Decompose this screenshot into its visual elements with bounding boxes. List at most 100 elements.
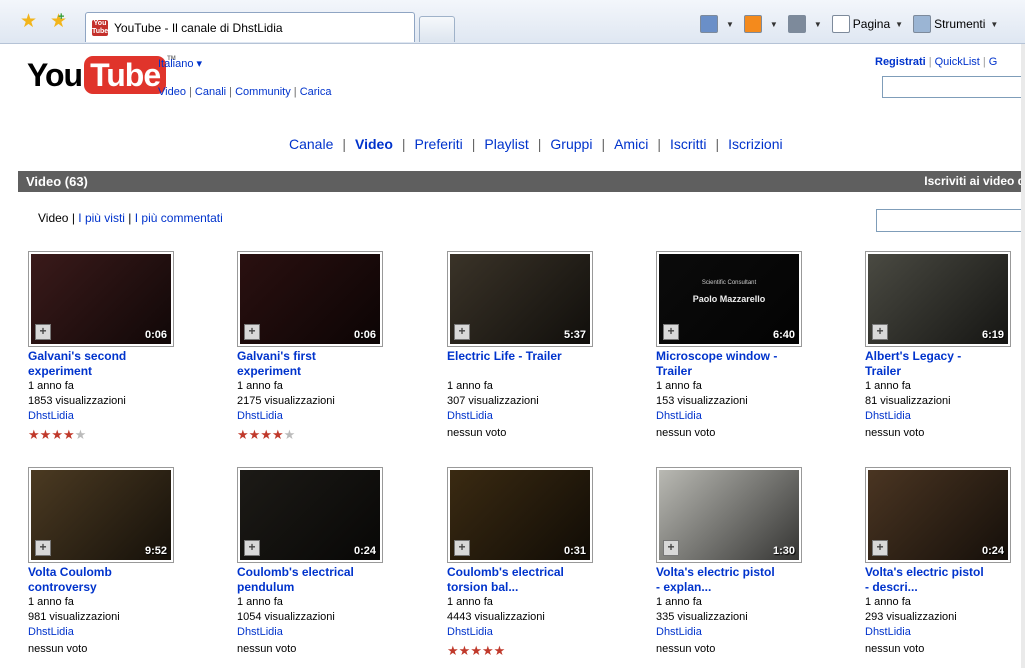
video-title[interactable]: Coulomb's electrical torsion bal... xyxy=(447,565,592,595)
video-thumbnail[interactable]: +0:24 xyxy=(237,467,383,563)
video-title-line[interactable]: - explan... xyxy=(656,580,801,595)
subscribe-link[interactable]: Iscriviti ai video d xyxy=(924,174,1025,188)
video-title[interactable]: Galvani's first experiment xyxy=(237,349,382,379)
rss-icon[interactable] xyxy=(743,15,762,33)
tab-preferiti[interactable]: Preferiti xyxy=(415,136,463,152)
new-tab-button[interactable] xyxy=(419,16,455,42)
add-to-quicklist-icon[interactable]: + xyxy=(663,540,679,556)
video-item: +0:24 Volta's electric pistol - descri... 1… xyxy=(865,467,1025,667)
video-title-line[interactable]: Volta Coulomb xyxy=(28,565,173,580)
tab-iscritti[interactable]: Iscritti xyxy=(670,136,707,152)
video-uploader[interactable]: DhstLidia xyxy=(28,409,74,424)
top-link-carica[interactable]: Carica xyxy=(300,86,332,98)
video-title[interactable]: Volta Coulomb controversy xyxy=(28,565,173,595)
add-to-quicklist-icon[interactable]: + xyxy=(454,324,470,340)
video-uploader[interactable]: DhstLidia xyxy=(28,625,74,640)
toolbar-label-3[interactable]: Pagina xyxy=(853,17,890,31)
video-thumbnail[interactable]: +0:06 xyxy=(237,251,383,347)
gear-icon[interactable] xyxy=(913,15,932,33)
dropdown-arrow-icon[interactable]: ▼ xyxy=(726,20,734,29)
add-favorites-icon[interactable]: ★ + xyxy=(50,11,67,31)
video-title-line[interactable]: Trailer xyxy=(865,364,1010,379)
video-title-line[interactable]: Volta's electric pistol xyxy=(865,565,1010,580)
video-title-line[interactable]: Microscope window - xyxy=(656,349,801,364)
home-icon[interactable] xyxy=(700,15,718,33)
sort-link-2[interactable]: I più commentati xyxy=(135,211,223,225)
video-title-line[interactable]: pendulum xyxy=(237,580,382,595)
add-to-quicklist-icon[interactable]: + xyxy=(244,324,260,340)
quicklist-link[interactable]: QuickList xyxy=(935,56,980,68)
add-to-quicklist-icon[interactable]: + xyxy=(872,540,888,556)
tab-amici[interactable]: Amici xyxy=(614,136,648,152)
video-title[interactable]: Coulomb's electrical pendulum xyxy=(237,565,382,595)
video-title[interactable]: Microscope window - Trailer xyxy=(656,349,801,379)
video-title-line[interactable]: Trailer xyxy=(656,364,801,379)
channel-search-input[interactable] xyxy=(876,209,1025,232)
page-icon[interactable] xyxy=(831,15,850,33)
video-title[interactable]: Galvani's second experiment xyxy=(28,349,173,379)
video-uploader[interactable]: DhstLidia xyxy=(237,625,283,640)
add-to-quicklist-icon[interactable]: + xyxy=(872,324,888,340)
video-thumbnail[interactable]: +6:19 xyxy=(865,251,1011,347)
video-title[interactable]: Volta's electric pistol - explan... xyxy=(656,565,801,595)
video-title-line[interactable]: Galvani's second xyxy=(28,349,173,364)
video-uploader[interactable]: DhstLidia xyxy=(447,409,493,424)
top-link-canali[interactable]: Canali xyxy=(195,86,226,98)
video-thumbnail[interactable]: +5:37 xyxy=(447,251,593,347)
video-title-line[interactable]: torsion bal... xyxy=(447,580,592,595)
video-title-line[interactable]: experiment xyxy=(237,364,382,379)
video-title-line[interactable]: Electric Life - Trailer xyxy=(447,349,592,364)
video-uploader[interactable]: DhstLidia xyxy=(656,625,702,640)
language-selector[interactable]: Italiano ▾ xyxy=(158,57,202,70)
video-uploader[interactable]: DhstLidia xyxy=(656,409,702,424)
video-uploader[interactable]: DhstLidia xyxy=(237,409,283,424)
tab-canale[interactable]: Canale xyxy=(289,136,333,152)
youtube-logo[interactable]: You Tube TM xyxy=(27,56,176,94)
dropdown-arrow-icon[interactable]: ▼ xyxy=(770,20,778,29)
add-to-quicklist-icon[interactable]: + xyxy=(35,540,51,556)
add-to-quicklist-icon[interactable]: + xyxy=(244,540,260,556)
video-uploader[interactable]: DhstLidia xyxy=(865,625,911,640)
sort-link-1[interactable]: I più visti xyxy=(78,211,125,225)
browser-tab[interactable]: You Tube YouTube - Il canale di DhstLidi… xyxy=(85,12,415,42)
video-thumbnail[interactable]: Scientific Consultant Paolo Mazzarello +6:… xyxy=(656,251,802,347)
add-to-quicklist-icon[interactable]: + xyxy=(663,324,679,340)
top-link-video[interactable]: Video xyxy=(158,86,186,98)
tab-video[interactable]: Video xyxy=(355,136,393,152)
top-link-community[interactable]: Community xyxy=(235,86,291,98)
dropdown-arrow-icon[interactable]: ▼ xyxy=(814,20,822,29)
video-title-line[interactable]: Albert's Legacy - xyxy=(865,349,1010,364)
video-uploader[interactable]: DhstLidia xyxy=(447,625,493,640)
tab-gruppi[interactable]: Gruppi xyxy=(550,136,592,152)
toolbar-label-4[interactable]: Strumenti xyxy=(934,17,985,31)
video-title-line[interactable]: Galvani's first xyxy=(237,349,382,364)
video-title-line[interactable]: experiment xyxy=(28,364,173,379)
tab-iscrizioni[interactable]: Iscrizioni xyxy=(728,136,782,152)
video-uploader[interactable]: DhstLidia xyxy=(865,409,911,424)
tab-playlist[interactable]: Playlist xyxy=(484,136,528,152)
video-thumbnail[interactable]: +9:52 xyxy=(28,467,174,563)
print-icon[interactable] xyxy=(787,15,806,33)
add-to-quicklist-icon[interactable]: + xyxy=(454,540,470,556)
register-link[interactable]: Registrati xyxy=(875,56,926,68)
sort-link-0[interactable]: Video xyxy=(38,211,68,225)
video-title-line[interactable]: Coulomb's electrical xyxy=(447,565,592,580)
video-title-line[interactable]: Volta's electric pistol xyxy=(656,565,801,580)
video-title-line[interactable]: Coulomb's electrical xyxy=(237,565,382,580)
video-title[interactable]: Electric Life - Trailer xyxy=(447,349,592,364)
video-title[interactable]: Volta's electric pistol - descri... xyxy=(865,565,1010,595)
video-title-line[interactable]: - descri... xyxy=(865,580,1010,595)
video-title[interactable]: Albert's Legacy - Trailer xyxy=(865,349,1010,379)
video-thumbnail[interactable]: +1:30 xyxy=(656,467,802,563)
thumbnail-image: +0:24 xyxy=(240,470,380,560)
video-title-line[interactable]: controversy xyxy=(28,580,173,595)
add-to-quicklist-icon[interactable]: + xyxy=(35,324,51,340)
dropdown-arrow-icon[interactable]: ▼ xyxy=(990,20,998,29)
video-thumbnail[interactable]: +0:24 xyxy=(865,467,1011,563)
dropdown-arrow-icon[interactable]: ▼ xyxy=(895,20,903,29)
favorites-star-icon[interactable]: ★ xyxy=(20,12,37,31)
header-search-input[interactable] xyxy=(882,76,1025,98)
video-thumbnail[interactable]: +0:06 xyxy=(28,251,174,347)
video-thumbnail[interactable]: +0:31 xyxy=(447,467,593,563)
cut-off-link[interactable]: G xyxy=(989,56,998,68)
